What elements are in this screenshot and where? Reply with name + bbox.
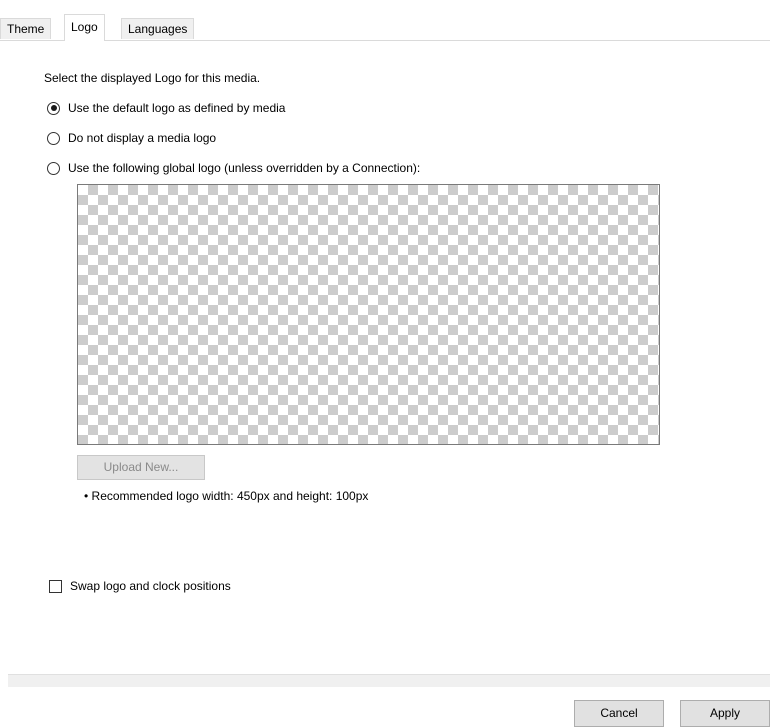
tab-logo[interactable]: Logo [64, 14, 105, 41]
tab-strip: Theme Logo Languages [0, 12, 770, 41]
logo-size-hint: • Recommended logo width: 450px and heig… [84, 489, 369, 503]
radio-default-logo-label: Use the default logo as defined by media [68, 101, 286, 115]
radio-global-logo[interactable]: Use the following global logo (unless ov… [47, 159, 420, 177]
radio-button[interactable] [47, 161, 60, 175]
cancel-button[interactable]: Cancel [574, 700, 664, 727]
radio-no-logo[interactable]: Do not display a media logo [47, 129, 216, 147]
radio-button-checked[interactable] [47, 101, 60, 115]
radio-default-logo[interactable]: Use the default logo as defined by media [47, 99, 285, 117]
radio-no-logo-label: Do not display a media logo [68, 131, 217, 145]
swap-logo-clock-label: Swap logo and clock positions [70, 579, 231, 593]
swap-logo-clock-checkbox[interactable] [49, 579, 62, 593]
apply-button[interactable]: Apply [680, 700, 770, 727]
tab-theme[interactable]: Theme [0, 18, 52, 39]
logo-preview [77, 184, 660, 445]
tab-languages[interactable]: Languages [121, 18, 195, 39]
radio-button[interactable] [47, 131, 60, 145]
upload-new-button: Upload New... [77, 455, 205, 480]
logo-prompt: Select the displayed Logo for this media… [44, 71, 261, 85]
footer-divider [8, 674, 770, 687]
swap-logo-clock-option[interactable]: Swap logo and clock positions [49, 577, 231, 595]
radio-global-logo-label: Use the following global logo (unless ov… [68, 161, 421, 175]
